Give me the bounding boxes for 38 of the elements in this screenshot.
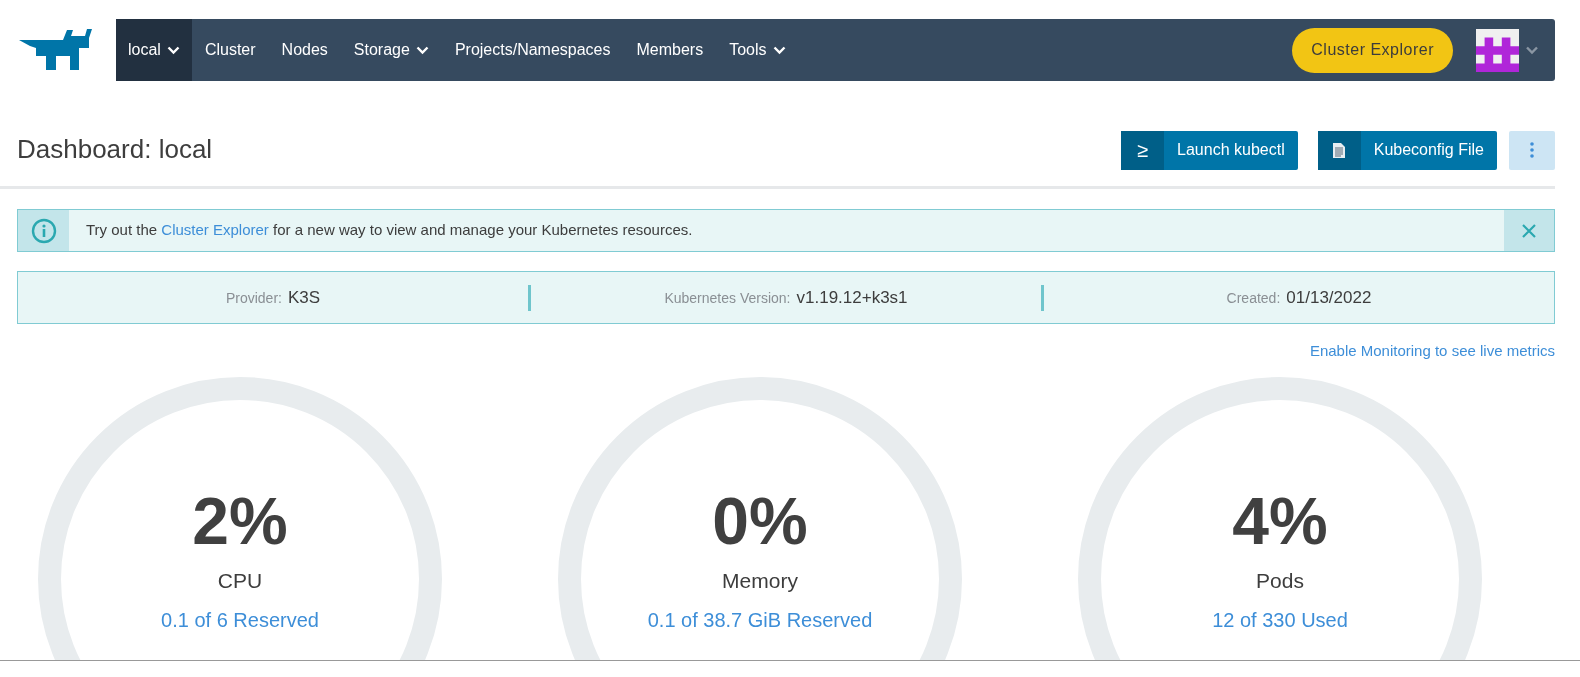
info-icon (30, 217, 57, 244)
cluster-explorer-button[interactable]: Cluster Explorer (1292, 27, 1453, 73)
avatar-icon[interactable] (1476, 28, 1519, 72)
gauge-label: Pods (1256, 568, 1304, 595)
chevron-down-icon (415, 45, 429, 55)
nav-link[interactable]: Nodes (268, 19, 341, 81)
gauge-detail: 0.1 of 6 Reserved (161, 607, 319, 633)
chevron-down-icon (772, 45, 786, 55)
close-icon (1522, 223, 1536, 238)
nav-link[interactable]: Members (623, 19, 717, 81)
nav-link[interactable]: Cluster (191, 19, 269, 81)
terminal-icon: ≥ (1137, 135, 1149, 165)
info-value: 01/13/2022 (1286, 286, 1372, 309)
nav-dropdown[interactable]: Tools (716, 19, 799, 81)
nav-link[interactable]: Projects/Namespaces (441, 19, 624, 81)
nav-dropdown[interactable]: Storage (340, 19, 442, 81)
gauge-percent: 2% (192, 484, 288, 558)
nav-dropdown[interactable]: local (116, 19, 192, 81)
enable-monitoring-link[interactable]: Enable Monitoring to see live metrics (1309, 340, 1555, 363)
alert-message: Try out the Cluster Explorer for a new way to view and manage your Kubernetes resources. (86, 220, 693, 241)
gauge-percent: 0% (712, 484, 808, 558)
page-title: Dashboard: local (17, 134, 213, 166)
document-icon (1332, 141, 1347, 159)
gauge-detail: 0.1 of 38.7 GiB Reserved (647, 607, 873, 633)
gauge-percent: 4% (1232, 484, 1328, 558)
gauge-detail: 12 of 330 Used (1212, 607, 1348, 633)
info-label: Kubernetes Version: (664, 288, 791, 308)
kubeconfig-button[interactable]: Kubeconfig File (1317, 130, 1497, 170)
info-label: Provider: (225, 288, 282, 308)
info-value: v1.19.12+k3s1 (796, 286, 908, 309)
info-label: Created: (1226, 288, 1281, 308)
launch-kubectl-button[interactable]: ≥ Launch kubectl (1121, 130, 1298, 170)
gauge-label: Memory (722, 568, 798, 595)
chevron-down-icon (1525, 45, 1539, 55)
info-value: K3S (287, 286, 321, 309)
kebab-menu-icon (1530, 142, 1534, 158)
chevron-down-icon (166, 45, 180, 55)
gauge-label: CPU (217, 568, 263, 595)
